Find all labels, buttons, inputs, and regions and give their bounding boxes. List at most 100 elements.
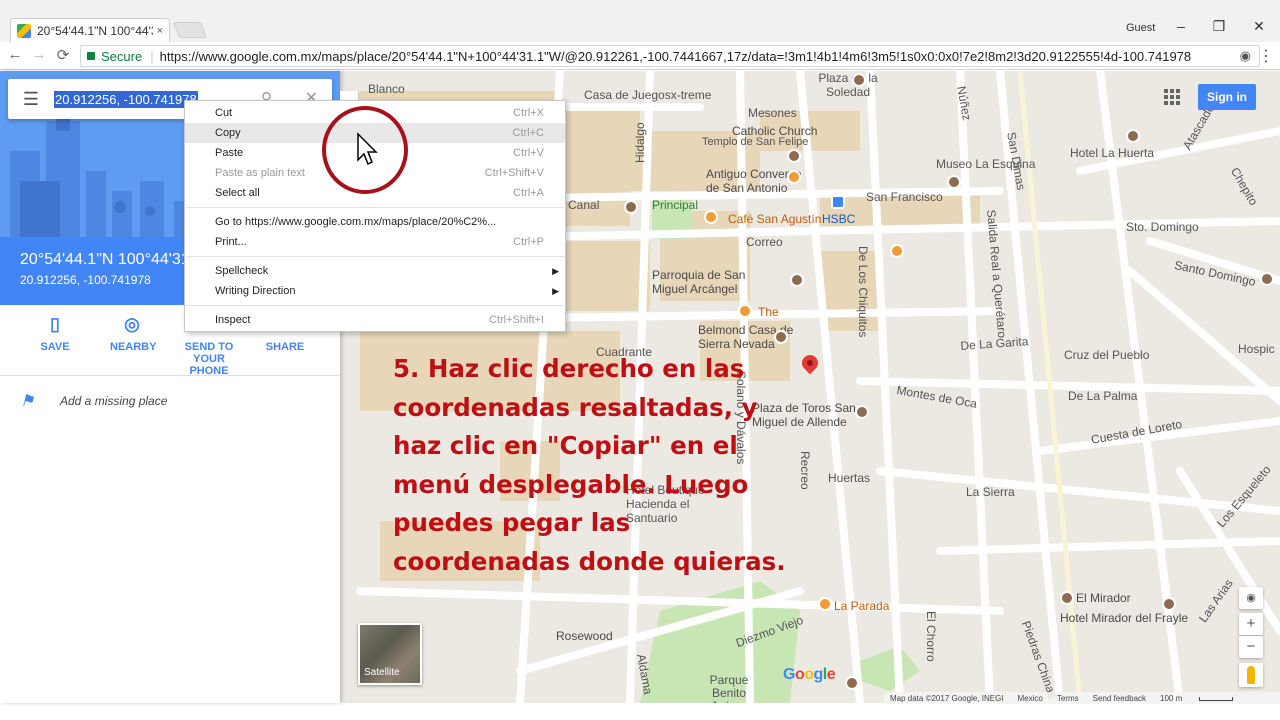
poi-marker-icon[interactable] xyxy=(947,175,961,189)
map-label: De La Palma xyxy=(1068,389,1138,403)
map-label: Cruz del Pueblo xyxy=(1064,348,1150,362)
map-data-attribution: Map data ©2017 Google, INEGI xyxy=(890,693,1004,703)
map-label: The xyxy=(758,305,779,319)
poi-marker-icon[interactable] xyxy=(1060,591,1074,605)
restaurant-marker-icon[interactable] xyxy=(818,597,832,611)
zoom-in-button[interactable]: + xyxy=(1239,613,1263,635)
add-missing-place-link[interactable]: ⚑ Add a missing place xyxy=(20,391,167,411)
map-label: Principal xyxy=(652,198,699,212)
map-label: El Mirador xyxy=(1076,591,1131,605)
apps-grid-icon[interactable] xyxy=(1164,89,1180,105)
map-label: Templo de San Felipe xyxy=(702,136,809,148)
bank-marker-icon[interactable] xyxy=(831,195,845,209)
map-label: Parque Benito Juárez xyxy=(709,673,749,704)
save-button[interactable]: ▯ SAVE xyxy=(0,311,110,375)
poi-marker-icon[interactable] xyxy=(790,273,804,287)
hotel-marker-icon[interactable] xyxy=(1126,129,1140,143)
browser-tab[interactable]: 20°54'44.1"N 100°44'31.1 × xyxy=(10,18,170,42)
browser-menu-icon[interactable]: ⋮ xyxy=(1258,46,1274,66)
window-close-button[interactable]: ✕ xyxy=(1244,18,1274,35)
google-logo: Google xyxy=(783,666,836,683)
my-location-button[interactable]: ◉ xyxy=(1239,587,1263,609)
map-label: La Sierra xyxy=(966,485,1015,499)
menu-icon[interactable]: ☰ xyxy=(8,89,54,110)
map-label: El Chorro xyxy=(924,611,938,662)
menu-separator xyxy=(186,305,566,306)
restaurant-marker-icon[interactable] xyxy=(738,304,752,318)
maximize-button[interactable]: ❐ xyxy=(1204,18,1234,35)
map-label: De Los Chiquitos xyxy=(856,246,870,338)
map-label: Hotel La Huerta xyxy=(1070,146,1155,160)
map-label: Hospic xyxy=(1238,342,1275,356)
menu-separator xyxy=(186,207,566,208)
menu-item-writing-direction[interactable]: Writing Direction ▶ xyxy=(185,281,565,301)
tab-close-icon[interactable]: × xyxy=(157,25,163,37)
lock-icon xyxy=(87,52,95,60)
url-separator: | xyxy=(150,48,154,64)
scale-bar xyxy=(1199,696,1234,701)
location-icon[interactable]: ◉ xyxy=(1240,48,1251,64)
back-button[interactable]: ← xyxy=(4,46,26,63)
poi-marker-icon[interactable] xyxy=(624,200,638,214)
map-label: Hidalgo xyxy=(633,122,647,163)
search-input[interactable]: 20.912256, -100.741978 xyxy=(54,90,198,108)
menu-item-print[interactable]: Print... Ctrl+P xyxy=(185,232,565,252)
map-label: Rosewood xyxy=(556,629,613,643)
nearby-button[interactable]: ◎ NEARBY xyxy=(110,311,157,375)
map-label: La Parada xyxy=(834,599,890,613)
poi-marker-icon[interactable] xyxy=(855,405,869,419)
mouse-cursor-icon xyxy=(357,132,378,166)
poi-marker-icon[interactable] xyxy=(1260,272,1274,286)
map-label: Café San Agustín xyxy=(728,212,822,226)
nearby-label: NEARBY xyxy=(110,341,157,353)
minimize-button[interactable]: – xyxy=(1166,18,1196,34)
country-link[interactable]: Mexico xyxy=(1018,694,1043,703)
terms-link[interactable]: Terms xyxy=(1057,694,1079,703)
tutorial-caption: 5. Haz clic derecho en las coordenadas r… xyxy=(393,354,786,576)
send-feedback-link[interactable]: Send feedback xyxy=(1093,694,1146,703)
poi-marker-icon[interactable] xyxy=(787,149,801,163)
add-missing-place-label: Add a missing place xyxy=(60,394,168,408)
map-label: Parroquia de San Miguel Arcángel xyxy=(652,268,746,296)
poi-marker-icon[interactable] xyxy=(852,73,866,87)
zoom-out-button[interactable]: − xyxy=(1239,636,1263,658)
map-label: Canal xyxy=(568,198,600,212)
send-to-phone-label: SEND TO YOUR PHONE xyxy=(184,341,234,377)
reload-button[interactable]: ⟳ xyxy=(52,46,74,64)
save-label: SAVE xyxy=(40,341,70,353)
profile-label[interactable]: Guest xyxy=(1126,22,1155,34)
menu-item-spellcheck[interactable]: Spellcheck ▶ xyxy=(185,261,565,281)
poi-marker-icon[interactable] xyxy=(774,330,788,344)
hotel-marker-icon[interactable] xyxy=(1162,597,1176,611)
url-field[interactable]: Secure | https://www.google.com.mx/maps/… xyxy=(80,45,1260,67)
satellite-toggle[interactable]: Satellite xyxy=(358,623,422,685)
map-label: Plaza de la Soledad xyxy=(818,71,878,99)
secure-label: Secure xyxy=(101,48,143,64)
restaurant-marker-icon[interactable] xyxy=(890,244,904,258)
url-text: https://www.google.com.mx/maps/place/20°… xyxy=(159,48,1192,64)
submenu-arrow-icon: ▶ xyxy=(552,286,559,296)
map-label: Casa de Juegosx-treme xyxy=(584,88,712,102)
panel-divider xyxy=(0,375,340,376)
poi-marker-icon[interactable] xyxy=(845,676,859,690)
sign-in-button[interactable]: Sign in xyxy=(1198,84,1256,110)
share-label: SHARE xyxy=(265,341,305,353)
menu-item-go-to[interactable]: Go to https://www.google.com.mx/maps/pla… xyxy=(185,212,565,232)
map-label: Blanco xyxy=(368,82,405,96)
submenu-arrow-icon: ▶ xyxy=(552,266,559,276)
forward-button[interactable]: → xyxy=(28,46,50,63)
map-label: San Francisco xyxy=(866,190,943,204)
map-label: HSBC xyxy=(822,212,856,226)
satellite-label: Satellite xyxy=(364,667,400,678)
tab-title: 20°54'44.1"N 100°44'31.1 xyxy=(37,23,153,38)
new-tab-button[interactable] xyxy=(173,22,207,38)
scale-label[interactable]: 100 m xyxy=(1160,694,1247,703)
menu-separator xyxy=(186,256,566,257)
map-label: Mesones xyxy=(748,106,797,120)
menu-item-inspect[interactable]: Inspect Ctrl+Shift+I xyxy=(185,310,565,330)
restaurant-marker-icon[interactable] xyxy=(787,170,801,184)
address-bar: ← → ⟳ Secure | https://www.google.com.mx… xyxy=(0,42,1280,70)
restaurant-marker-icon[interactable] xyxy=(704,210,718,224)
pegman-icon[interactable] xyxy=(1239,663,1263,687)
map-label: Sto. Domingo xyxy=(1126,220,1199,234)
